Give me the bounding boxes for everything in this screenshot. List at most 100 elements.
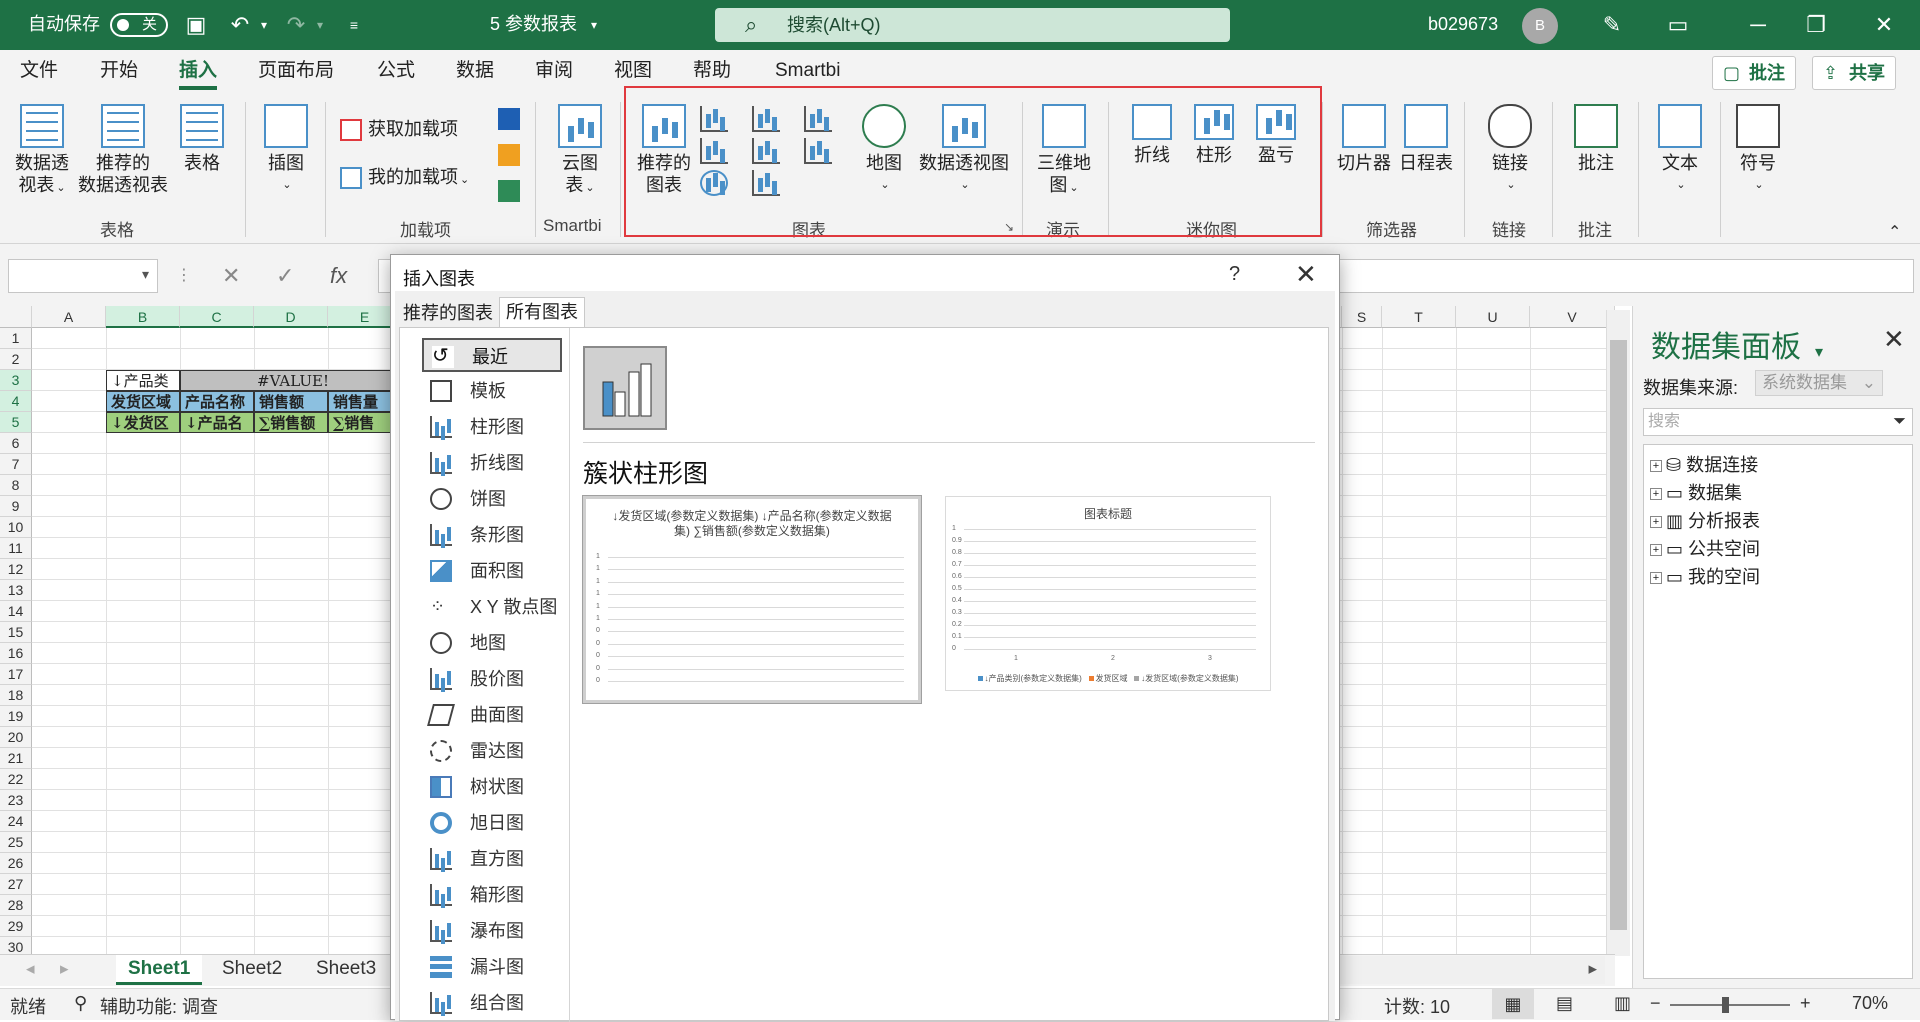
- category-radar[interactable]: 雷达图: [422, 734, 562, 768]
- row-header[interactable]: 7: [0, 454, 32, 475]
- cell-d5[interactable]: ∑销售额: [254, 412, 328, 433]
- category-area[interactable]: 面积图: [422, 554, 562, 588]
- category-combo[interactable]: 组合图: [422, 986, 562, 1020]
- tab-recommended-charts[interactable]: 推荐的图表: [397, 299, 499, 327]
- recommended-pivot-button[interactable]: 推荐的 数据透视表: [76, 104, 170, 196]
- symbol-button[interactable]: 符号 ⌄: [1734, 104, 1782, 196]
- tab-review[interactable]: 审阅: [535, 50, 573, 92]
- cloud-chart-button[interactable]: 云图表 ⌄: [554, 104, 606, 199]
- zoom-slider[interactable]: [1670, 997, 1790, 1013]
- row-header[interactable]: 18: [0, 685, 32, 706]
- expand-icon[interactable]: +: [1650, 572, 1662, 585]
- people-graph-icon[interactable]: [498, 180, 520, 202]
- search-input[interactable]: ⌕ 搜索(Alt+Q): [715, 8, 1230, 42]
- sheet-tab-sheet3[interactable]: Sheet3: [304, 955, 388, 985]
- autosave-toggle[interactable]: 关: [110, 13, 168, 37]
- table-button[interactable]: 表格: [176, 104, 228, 174]
- category-map[interactable]: 地图: [422, 626, 562, 660]
- tree-item-public[interactable]: + ▭ 公共空间: [1650, 535, 1760, 561]
- column-header[interactable]: C: [180, 306, 254, 328]
- redo-dropdown-icon[interactable]: ▾: [306, 11, 334, 39]
- category-line[interactable]: 折线图: [422, 446, 562, 480]
- row-header[interactable]: 19: [0, 706, 32, 727]
- sheet-tab-sheet2[interactable]: Sheet2: [210, 955, 294, 985]
- row-header[interactable]: 23: [0, 790, 32, 811]
- sheet-tab-sheet1[interactable]: Sheet1: [116, 955, 203, 985]
- customize-toolbar-icon[interactable]: ≡: [340, 11, 368, 39]
- cell-c3[interactable]: #VALUE!: [180, 370, 402, 391]
- filter-icon[interactable]: ⏷: [1893, 409, 1906, 435]
- illustrations-button[interactable]: 插图 ⌄: [260, 104, 312, 196]
- prev-sheet-icon[interactable]: ◂: [26, 959, 35, 979]
- zoom-in-icon[interactable]: +: [1800, 993, 1811, 1014]
- insert-function-icon[interactable]: fx: [330, 259, 347, 293]
- vertical-scrollbar[interactable]: [1606, 310, 1630, 956]
- enter-icon[interactable]: ✓: [276, 259, 294, 293]
- row-header[interactable]: 17: [0, 664, 32, 685]
- restore-icon[interactable]: ❐: [1802, 11, 1830, 39]
- get-addins-button[interactable]: 获取加载项: [340, 118, 458, 142]
- row-header[interactable]: 1: [0, 328, 32, 349]
- row-header[interactable]: 15: [0, 622, 32, 643]
- save-icon[interactable]: ▣: [182, 11, 210, 39]
- undo-dropdown-icon[interactable]: ▾: [250, 11, 278, 39]
- row-header[interactable]: 27: [0, 874, 32, 895]
- cell-c4[interactable]: 产品名称: [180, 391, 254, 412]
- chart-preview-2[interactable]: 图表标题 1 0.9 0.8 0.7 0.6 0.5 0.4 0.3 0.2 0.1 0 1 2 3 ↓产…: [945, 496, 1271, 691]
- row-header[interactable]: 21: [0, 748, 32, 769]
- expand-icon[interactable]: +: [1650, 488, 1662, 501]
- visio-icon[interactable]: [498, 108, 520, 130]
- column-header[interactable]: B: [106, 306, 180, 328]
- category-pie[interactable]: 饼图: [422, 482, 562, 516]
- bing-icon[interactable]: [498, 144, 520, 166]
- row-header[interactable]: 12: [0, 559, 32, 580]
- horizontal-scrollbar[interactable]: ▸: [1335, 956, 1605, 984]
- help-icon[interactable]: ?: [1229, 263, 1240, 286]
- cell-d4[interactable]: 销售额: [254, 391, 328, 412]
- panel-close-icon[interactable]: ✕: [1883, 324, 1905, 355]
- row-header[interactable]: 6: [0, 433, 32, 454]
- normal-view-icon[interactable]: ▦: [1492, 989, 1534, 1019]
- slicer-button[interactable]: 切片器: [1336, 104, 1392, 174]
- row-header[interactable]: 5: [0, 412, 32, 433]
- name-box[interactable]: [8, 259, 158, 293]
- share-button[interactable]: ⇪ 共享: [1812, 56, 1896, 90]
- category-templates[interactable]: 模板: [422, 374, 562, 408]
- cell-b4[interactable]: 发货区域: [106, 391, 180, 412]
- my-addins-button[interactable]: 我的加载项 ⌄: [340, 166, 469, 191]
- zoom-slider-knob[interactable]: [1722, 997, 1729, 1013]
- row-header[interactable]: 9: [0, 496, 32, 517]
- collapse-ribbon-icon[interactable]: ⌃: [1888, 222, 1901, 242]
- tab-file[interactable]: 文件: [20, 50, 58, 92]
- column-header[interactable]: D: [254, 306, 328, 328]
- link-button[interactable]: 链接 ⌄: [1486, 104, 1534, 196]
- comment-button[interactable]: ▢ 批注: [1712, 56, 1796, 90]
- row-header[interactable]: 26: [0, 853, 32, 874]
- tab-all-charts[interactable]: 所有图表: [499, 297, 585, 327]
- pivot-table-button[interactable]: 数据透 视表 ⌄: [12, 104, 72, 199]
- zoom-level[interactable]: 70%: [1852, 993, 1888, 1014]
- tree-item-my-space[interactable]: + ▭ 我的空间: [1650, 563, 1760, 589]
- minimize-icon[interactable]: ─: [1744, 11, 1772, 39]
- row-header[interactable]: 10: [0, 517, 32, 538]
- document-title[interactable]: 5 参数报表: [490, 0, 577, 48]
- column-header[interactable]: V: [1530, 306, 1615, 328]
- row-header[interactable]: 13: [0, 580, 32, 601]
- category-recent[interactable]: ↺ 最近: [422, 338, 562, 372]
- chart-preview-1[interactable]: ↓发货区域(参数定义数据集) ↓产品名称(参数定义数据集) ∑销售额(参数定义数…: [582, 495, 922, 704]
- row-header[interactable]: 22: [0, 769, 32, 790]
- scroll-right-icon[interactable]: ▸: [1588, 959, 1597, 979]
- category-column[interactable]: 柱形图: [422, 410, 562, 444]
- ribbon-display-icon[interactable]: ▭: [1664, 11, 1692, 39]
- category-boxwhisker[interactable]: 箱形图: [422, 878, 562, 912]
- column-header[interactable]: A: [32, 306, 106, 328]
- cell-b5[interactable]: ↓发货区: [106, 412, 180, 433]
- category-surface[interactable]: 曲面图: [422, 698, 562, 732]
- category-stock[interactable]: 股价图: [422, 662, 562, 696]
- tab-data[interactable]: 数据: [456, 50, 494, 92]
- tab-home[interactable]: 开始: [100, 50, 138, 92]
- category-scatter[interactable]: ⁘ X Y 散点图: [422, 590, 562, 624]
- row-header[interactable]: 2: [0, 349, 32, 370]
- avatar[interactable]: B: [1522, 8, 1558, 44]
- row-header[interactable]: 4: [0, 391, 32, 412]
